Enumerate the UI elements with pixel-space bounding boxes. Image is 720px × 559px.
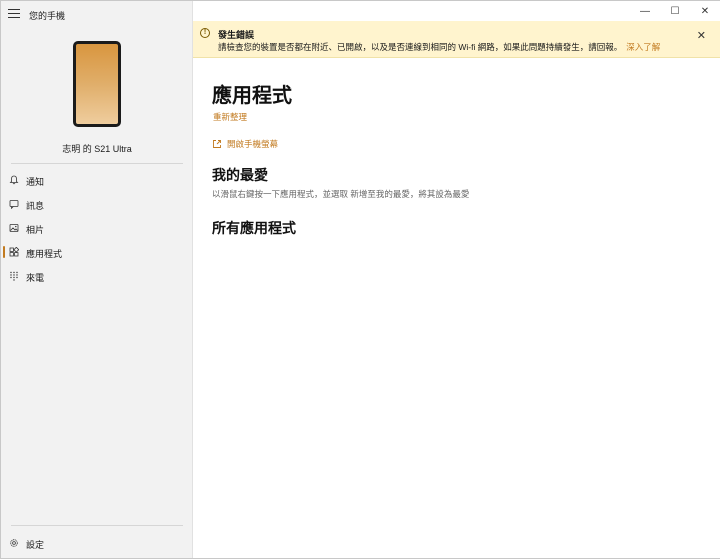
app-window: 您的手機 志明 的 S21 Ultra 通知 訊息 相片 應用程式 來電 設定 … — [0, 0, 720, 559]
sidebar-topbar: 您的手機 — [1, 1, 193, 27]
gear-icon — [10, 539, 18, 547]
learn-more-link[interactable]: 深入了解 — [626, 42, 660, 52]
sidebar-item-photos[interactable]: 相片 — [1, 218, 193, 238]
minimize-button[interactable]: — — [630, 1, 660, 21]
sidebar-item-label: 訊息 — [26, 201, 45, 211]
sidebar-divider — [11, 525, 183, 526]
page-title: 應用程式 — [212, 85, 292, 107]
phone-image — [73, 41, 121, 127]
open-phone-screen-label: 開啟手機螢幕 — [227, 139, 279, 149]
banner-message-row: 請檢查您的裝置是否都在附近、已開啟，以及是否連線到相同的 Wi-fi 網路，如果… — [218, 41, 660, 53]
open-external-icon — [213, 140, 221, 148]
sidebar-item-settings[interactable]: 設定 — [1, 533, 193, 553]
sidebar-item-label: 通知 — [26, 177, 45, 187]
sidebar: 您的手機 志明 的 S21 Ultra 通知 訊息 相片 應用程式 來電 設定 — [1, 1, 193, 558]
warning-icon: ! — [200, 28, 210, 38]
close-window-button[interactable]: ✕ — [690, 1, 720, 21]
apps-icon — [9, 247, 19, 257]
error-banner: ! 發生錯誤 請檢查您的裝置是否都在附近、已開啟，以及是否連線到相同的 Wi-f… — [193, 21, 720, 58]
favorites-heading: 我的最愛 — [212, 167, 268, 183]
bell-icon — [9, 175, 19, 185]
banner-message: 請檢查您的裝置是否都在附近、已開啟，以及是否連線到相同的 Wi-fi 網路，如果… — [218, 42, 623, 52]
sidebar-item-notifications[interactable]: 通知 — [1, 170, 193, 190]
window-controls: — ☐ ✕ — [630, 1, 720, 21]
refresh-link[interactable]: 重新整理 — [213, 111, 247, 123]
sidebar-item-label: 相片 — [26, 225, 45, 235]
dialpad-icon — [10, 271, 18, 281]
sidebar-item-calls[interactable]: 來電 — [1, 266, 193, 286]
banner-title: 發生錯誤 — [218, 30, 255, 40]
favorites-hint: 以滑鼠右鍵按一下應用程式，並選取 新增至我的最愛，將其設為最愛 — [212, 189, 470, 199]
sidebar-item-messages[interactable]: 訊息 — [1, 194, 193, 214]
sidebar-item-label: 應用程式 — [26, 249, 63, 259]
open-phone-screen-link[interactable]: 開啟手機螢幕 — [212, 138, 278, 150]
sidebar-item-label: 來電 — [26, 273, 45, 283]
app-title: 您的手機 — [29, 11, 66, 21]
message-icon — [9, 200, 19, 209]
main-content: — ☐ ✕ ! 發生錯誤 請檢查您的裝置是否都在附近、已開啟，以及是否連線到相同… — [193, 1, 720, 558]
device-name: 志明 的 S21 Ultra — [62, 144, 132, 154]
sidebar-divider — [11, 163, 183, 164]
sidebar-item-apps[interactable]: 應用程式 — [1, 242, 193, 262]
photo-icon — [9, 224, 19, 232]
hamburger-menu-icon[interactable] — [8, 9, 20, 19]
sidebar-item-label: 設定 — [26, 540, 45, 550]
banner-close-button[interactable]: ✕ — [697, 29, 706, 42]
maximize-button[interactable]: ☐ — [660, 1, 690, 21]
all-apps-heading: 所有應用程式 — [212, 220, 296, 236]
